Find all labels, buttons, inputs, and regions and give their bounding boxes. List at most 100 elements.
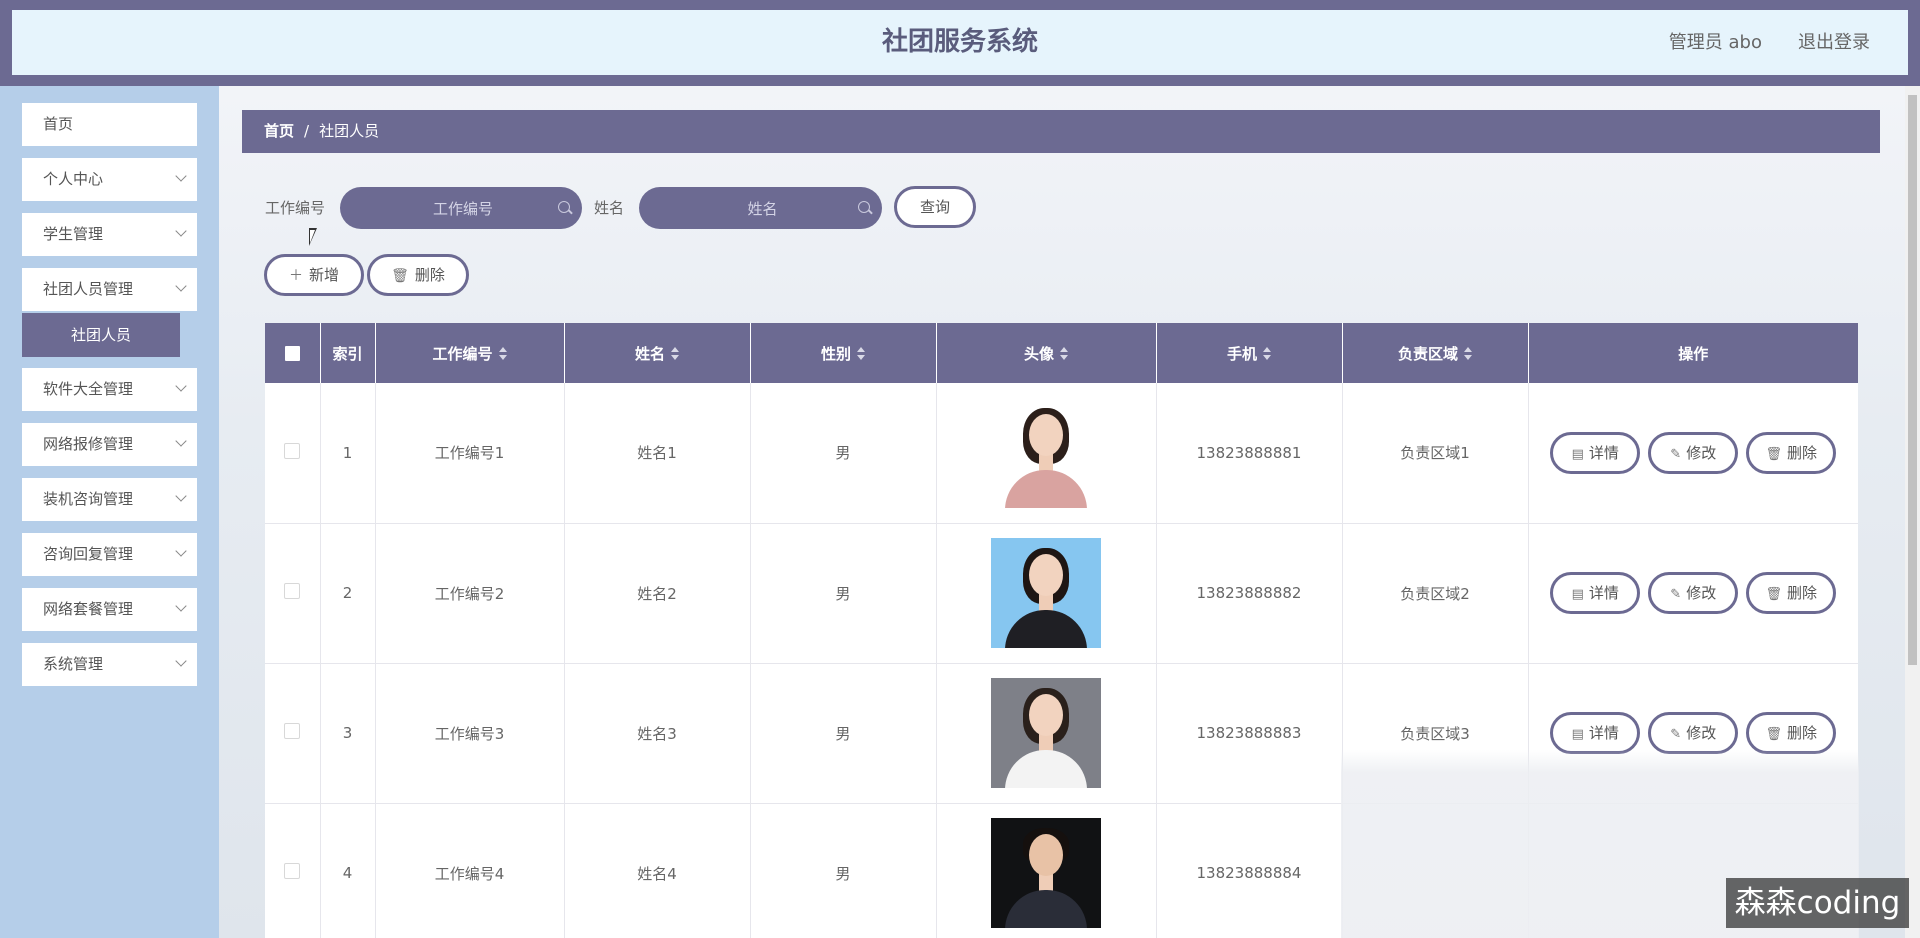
- sidebar-subitem-club-members[interactable]: 社团人员: [22, 313, 180, 357]
- cell-index: 3: [320, 663, 376, 804]
- select-all-header[interactable]: [265, 323, 321, 383]
- plus-icon: ＋: [288, 268, 303, 284]
- select-all-checkbox[interactable]: [284, 346, 300, 361]
- column-header-work-id[interactable]: 工作编号: [375, 323, 565, 383]
- cell-phone: 13823888881: [1156, 383, 1343, 524]
- edit-button[interactable]: ✎ 修改: [1648, 431, 1739, 474]
- sidebar-item-club-member-management[interactable]: 社团人员管理: [22, 268, 197, 311]
- add-button-label: 新增: [308, 266, 339, 284]
- cell-work-id: 工作编号3: [375, 663, 565, 804]
- query-button[interactable]: 查询: [894, 186, 976, 228]
- cell-gender: 男: [750, 803, 937, 938]
- row-select-cell[interactable]: [265, 523, 321, 664]
- row-select-cell[interactable]: [265, 663, 321, 804]
- sidebar-item-label: 学生管理: [43, 225, 104, 243]
- edit-button[interactable]: ✎ 修改: [1648, 712, 1739, 754]
- sidebar-item-system-management[interactable]: 系统管理: [22, 643, 197, 686]
- trash-icon: 🗑: [1765, 587, 1782, 602]
- name-label: 姓名: [594, 199, 625, 217]
- column-header-actions: 操作: [1528, 323, 1858, 383]
- sidebar-item-network-package-management[interactable]: 网络套餐管理: [22, 588, 197, 631]
- sidebar-item-home[interactable]: 首页: [22, 103, 197, 146]
- bulk-delete-label: 删除: [414, 266, 445, 284]
- cell-avatar: [936, 803, 1157, 938]
- bulk-delete-button[interactable]: 🗑 删除: [367, 254, 469, 296]
- sidebar-item-label: 社团人员管理: [43, 280, 134, 298]
- row-checkbox[interactable]: [284, 863, 301, 879]
- detail-button[interactable]: ▤ 详情: [1550, 712, 1641, 754]
- table-header-row: 索引 工作编号 姓名 性别 头像 手机 负责区域 操作: [265, 323, 1858, 383]
- breadcrumb-home[interactable]: 首页: [264, 122, 294, 140]
- cell-actions: ▤ 详情 ✎ 修改 🗑 删除: [1528, 383, 1858, 524]
- column-header-avatar[interactable]: 头像: [936, 323, 1157, 383]
- chevron-down-icon: [175, 170, 187, 182]
- chevron-down-icon: [175, 280, 187, 292]
- column-header-gender[interactable]: 性别: [750, 323, 937, 383]
- mouse-cursor-icon: [309, 228, 317, 246]
- avatar: [991, 678, 1101, 788]
- pencil-icon: ✎: [1670, 587, 1682, 602]
- sidebar-item-install-consult-management[interactable]: 装机咨询管理: [22, 478, 197, 521]
- breadcrumb-separator: /: [304, 122, 310, 140]
- row-checkbox[interactable]: [284, 723, 301, 739]
- row-select-cell[interactable]: [265, 803, 321, 938]
- sort-icon[interactable]: [857, 347, 865, 361]
- column-header-area[interactable]: 负责区域: [1342, 323, 1529, 383]
- column-header-name[interactable]: 姓名: [564, 323, 751, 383]
- name-search[interactable]: [639, 187, 886, 231]
- cell-name: 姓名1: [564, 383, 751, 524]
- detail-button[interactable]: ▤ 详情: [1550, 572, 1641, 614]
- sort-icon[interactable]: [1464, 347, 1472, 361]
- sidebar-item-software-management[interactable]: 软件大全管理: [22, 368, 197, 411]
- cell-area: 负责区域1: [1342, 383, 1529, 524]
- search-icon: [858, 201, 870, 213]
- detail-button[interactable]: ▤ 详情: [1550, 431, 1641, 474]
- avatar: [991, 397, 1101, 508]
- document-icon: ▤: [1571, 727, 1584, 742]
- document-icon: ▤: [1571, 587, 1584, 602]
- sort-icon[interactable]: [498, 347, 507, 361]
- scrollbar-thumb[interactable]: [1908, 95, 1917, 665]
- row-select-cell[interactable]: [265, 383, 321, 524]
- chevron-down-icon: [175, 490, 187, 502]
- edit-button[interactable]: ✎ 修改: [1648, 572, 1739, 614]
- sidebar-item-network-repair-management[interactable]: 网络报修管理: [22, 423, 197, 466]
- cell-index: 1: [320, 383, 376, 524]
- sidebar-item-label: 软件大全管理: [43, 380, 134, 398]
- sidebar-item-label: 首页: [43, 115, 74, 133]
- cell-actions: ▤ 详情 ✎ 修改 🗑 删除: [1528, 523, 1858, 664]
- column-header-index: 索引: [320, 323, 376, 383]
- work-id-label: 工作编号: [265, 199, 326, 217]
- row-checkbox[interactable]: [284, 583, 301, 599]
- delete-button[interactable]: 🗑 删除: [1746, 712, 1837, 754]
- sidebar-item-label: 装机咨询管理: [43, 490, 134, 508]
- sidebar-item-personal-center[interactable]: 个人中心: [22, 158, 197, 201]
- sort-icon[interactable]: [1060, 347, 1068, 361]
- cell-phone: 13823888884: [1156, 803, 1343, 938]
- cell-work-id: 工作编号2: [375, 523, 565, 664]
- breadcrumb: 首页 / 社团人员: [242, 110, 1880, 153]
- column-header-phone[interactable]: 手机: [1156, 323, 1343, 383]
- delete-button[interactable]: 🗑 删除: [1746, 572, 1837, 614]
- work-id-input[interactable]: [340, 187, 586, 231]
- logout-link[interactable]: 退出登录: [1798, 10, 1870, 75]
- cell-index: 2: [320, 523, 376, 664]
- cell-work-id: 工作编号1: [375, 383, 565, 524]
- sort-icon[interactable]: [671, 347, 679, 361]
- sort-icon[interactable]: [1263, 347, 1271, 361]
- work-id-search[interactable]: [340, 187, 586, 231]
- sidebar-item-label: 网络套餐管理: [43, 600, 134, 618]
- sidebar-item-consult-reply-management[interactable]: 咨询回复管理: [22, 533, 197, 576]
- chevron-down-icon: [175, 225, 187, 237]
- delete-button[interactable]: 🗑 删除: [1746, 431, 1837, 474]
- add-button[interactable]: ＋ 新增: [264, 254, 364, 296]
- row-checkbox[interactable]: [284, 442, 301, 459]
- pencil-icon: ✎: [1670, 727, 1682, 742]
- cell-avatar: [936, 523, 1157, 664]
- table-row: 2 工作编号2 姓名2 男 13823888882 负责区域2 ▤ 详情 ✎ 修改 🗑 删…: [265, 523, 1858, 664]
- trash-icon: 🗑: [1765, 727, 1782, 742]
- name-input[interactable]: [639, 187, 886, 231]
- sidebar-item-student-management[interactable]: 学生管理: [22, 213, 197, 256]
- avatar: [991, 538, 1101, 648]
- cell-phone: 13823888882: [1156, 523, 1343, 664]
